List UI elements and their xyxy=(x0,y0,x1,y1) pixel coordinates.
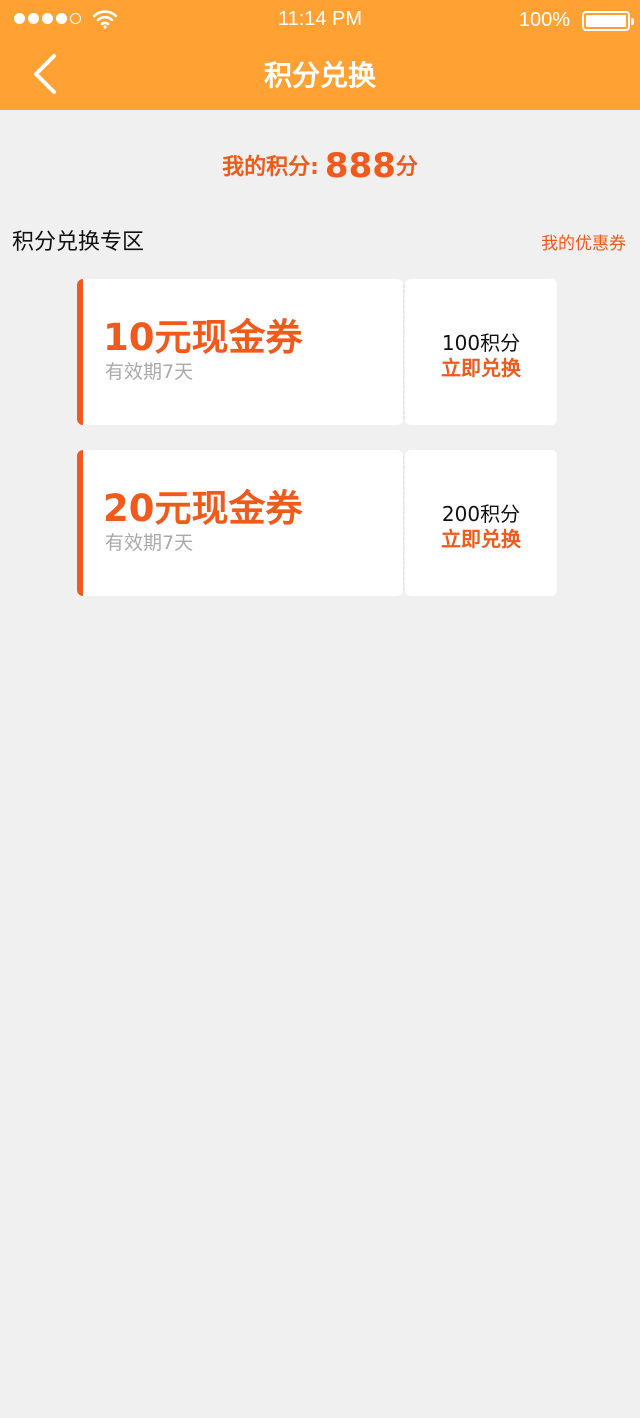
my-coupons-link[interactable]: 我的优惠券 xyxy=(541,229,626,254)
coupon-name: 20元现金券 xyxy=(103,487,303,530)
coupon-info: 20元现金券 有效期7天 xyxy=(77,450,403,596)
redeem-button[interactable]: 200积分 立即兑换 xyxy=(405,450,557,596)
coupon-validity: 有效期7天 xyxy=(105,361,194,383)
battery-icon xyxy=(582,11,634,31)
coupon-name: 10元现金券 xyxy=(103,316,303,359)
coupon-divider xyxy=(403,456,404,590)
coupon-info: 10元现金券 有效期7天 xyxy=(77,279,403,425)
points-unit: 分 xyxy=(395,155,418,180)
coupon-divider xyxy=(403,285,404,419)
battery-percent: 100% xyxy=(518,9,570,31)
redeem-label: 立即兑换 xyxy=(441,527,521,551)
status-bar: 11:14 PM 100% xyxy=(0,0,640,40)
points-label: 我的积分: xyxy=(222,155,319,180)
coupon-validity: 有效期7天 xyxy=(105,532,194,554)
section-title: 积分兑换专区 xyxy=(12,230,145,255)
coupon-card: 20元现金券 有效期7天 200积分 立即兑换 xyxy=(77,450,557,596)
points-value: 888 xyxy=(324,146,396,186)
coupon-card: 10元现金券 有效期7天 100积分 立即兑换 xyxy=(77,279,557,425)
redeem-button[interactable]: 100积分 立即兑换 xyxy=(405,279,557,425)
redeem-label: 立即兑换 xyxy=(441,356,521,380)
page-title: 积分兑换 xyxy=(263,59,376,92)
header: 11:14 PM 100% 积分兑换 xyxy=(0,0,640,110)
my-points: 我的积分: 888分 xyxy=(0,146,640,186)
